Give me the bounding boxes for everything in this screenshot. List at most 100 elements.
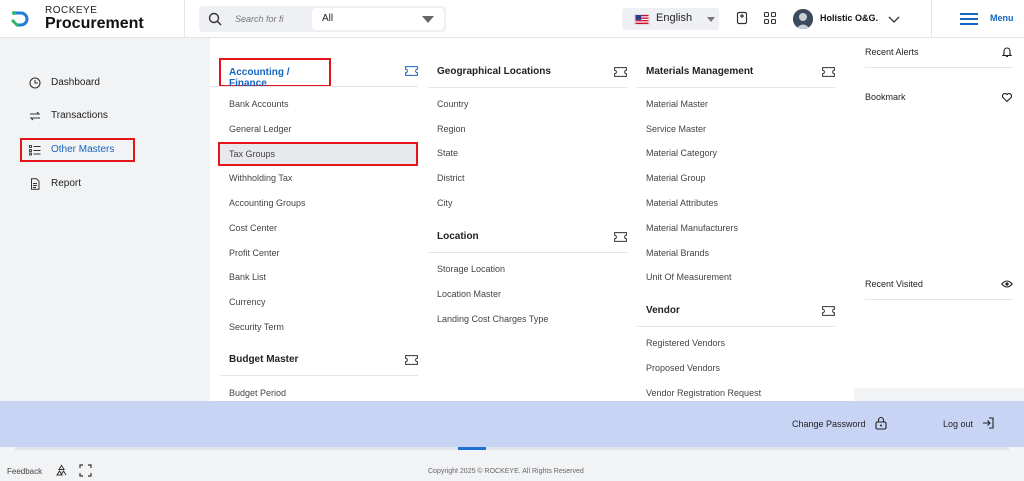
menu-item-material-master[interactable]: Material Master	[627, 93, 835, 115]
menu-item-label: District	[437, 173, 465, 183]
menu-item-label: Profit Center	[229, 248, 280, 258]
menu-item-label: Bank Accounts	[229, 99, 289, 109]
chevron-down-icon	[707, 17, 715, 22]
menu-item-material-group[interactable]: Material Group	[627, 167, 835, 189]
menu-button[interactable]: Menu	[958, 11, 1018, 27]
recent-alerts-label: Recent Alerts	[865, 47, 919, 57]
section-header-accounting[interactable]: Accounting / Finance	[219, 58, 331, 89]
sidebar-item-label: Other Masters	[51, 144, 115, 155]
section-title: Vendor	[646, 305, 680, 316]
menu-item-region[interactable]: Region	[418, 118, 626, 140]
menu-item-general-ledger[interactable]: General Ledger	[210, 118, 418, 140]
search-input[interactable]	[235, 10, 307, 28]
logout-icon	[983, 417, 994, 429]
menu-item-label: Material Manufacturers	[646, 223, 739, 233]
log-out-button[interactable]: Log out	[943, 416, 1003, 432]
section-header-budget[interactable]: Budget Master	[220, 349, 418, 376]
feedback-link[interactable]: Feedback	[7, 467, 42, 476]
fullscreen-icon[interactable]	[79, 464, 92, 477]
change-password-button[interactable]: Change Password	[792, 416, 892, 432]
menu-item-accounting-groups[interactable]: Accounting Groups	[210, 192, 418, 214]
menu-item-landing-cost-charges-type[interactable]: Landing Cost Charges Type	[418, 308, 626, 330]
menu-item-security-term[interactable]: Security Term	[210, 316, 418, 338]
recycle-icon[interactable]	[55, 464, 68, 477]
ticket-icon[interactable]	[614, 67, 627, 77]
language-select[interactable]: English	[622, 8, 719, 30]
menu-item-registered-vendors[interactable]: Registered Vendors	[627, 332, 835, 354]
menu-item-label: Material Group	[646, 173, 706, 183]
chevron-down-icon[interactable]	[887, 13, 901, 25]
menu-item-storage-location[interactable]: Storage Location	[418, 258, 626, 280]
bookmark-icon[interactable]	[735, 11, 749, 25]
section-header-vendor[interactable]: Vendor	[637, 300, 835, 327]
section-header-location[interactable]: Location	[428, 226, 627, 253]
menu-item-label: Security Term	[229, 322, 284, 332]
menu-item-currency[interactable]: Currency	[210, 291, 418, 313]
menu-item-unit-of-measurement[interactable]: Unit Of Measurement	[627, 266, 835, 288]
menu-item-label: Location Master	[437, 289, 502, 299]
search-scope-select[interactable]: All	[312, 8, 444, 30]
menu-item-cost-center[interactable]: Cost Center	[210, 217, 418, 239]
menu-item-label: City	[437, 198, 453, 208]
sidebar-item-transactions[interactable]: Transactions	[20, 104, 135, 128]
menu-item-bank-accounts[interactable]: Bank Accounts	[210, 93, 418, 115]
search-scope-value: All	[322, 13, 334, 24]
document-icon	[31, 178, 40, 190]
ticket-icon[interactable]	[822, 67, 835, 77]
menu-item-withholding-tax[interactable]: Withholding Tax	[210, 167, 418, 189]
hamburger-icon	[960, 13, 978, 25]
menu-item-district[interactable]: District	[418, 167, 626, 189]
menu-item-material-manufacturers[interactable]: Material Manufacturers	[627, 217, 835, 239]
menu-item-label: Tax Groups	[229, 149, 276, 159]
menu-item-profit-center[interactable]: Profit Center	[210, 242, 418, 264]
sidebar-item-dashboard[interactable]: Dashboard	[20, 71, 135, 95]
menu-item-material-category[interactable]: Material Category	[627, 142, 835, 164]
ticket-icon[interactable]	[405, 66, 418, 76]
eye-icon	[1001, 280, 1013, 288]
menu-item-budget-period[interactable]: Budget Period	[210, 382, 418, 401]
menu-item-country[interactable]: Country	[418, 93, 626, 115]
header-divider	[184, 0, 185, 38]
menu-item-location-master[interactable]: Location Master	[418, 283, 626, 305]
ticket-icon[interactable]	[405, 355, 418, 365]
quick-access-panel: Recent Alerts Bookmark Recent Visited	[854, 38, 1024, 388]
sidebar-item-report[interactable]: Report	[20, 172, 135, 196]
sidebar-item-other-masters[interactable]: Other Masters	[20, 138, 135, 162]
apps-grid-icon[interactable]	[763, 11, 777, 25]
menu-item-tax-groups[interactable]: Tax Groups	[218, 142, 418, 166]
menu-item-label: Unit Of Measurement	[646, 272, 732, 282]
brand-main-label: Procurement	[45, 15, 144, 32]
section-divider	[637, 87, 835, 88]
ticket-icon[interactable]	[614, 232, 627, 242]
section-header-materials[interactable]: Materials Management	[637, 61, 835, 88]
menu-item-bank-list[interactable]: Bank List	[210, 266, 418, 288]
chevron-down-icon	[422, 16, 434, 23]
recent-visited-row[interactable]: Recent Visited	[865, 270, 1013, 300]
menu-item-label: Proposed Vendors	[646, 363, 721, 373]
copyright-text: Copyright 2025 © ROCKEYE. All Rights Res…	[428, 468, 584, 475]
change-password-label: Change Password	[792, 419, 866, 429]
clock-pie-icon	[29, 77, 41, 89]
recent-alerts-row[interactable]: Recent Alerts	[865, 38, 1013, 68]
menu-item-city[interactable]: City	[418, 192, 626, 214]
menu-item-material-attributes[interactable]: Material Attributes	[627, 192, 835, 214]
menu-item-vendor-registration-request[interactable]: Vendor Registration Request	[627, 382, 835, 401]
user-name[interactable]: Holistic O&G.	[820, 13, 878, 23]
rockeye-logo[interactable]	[10, 9, 32, 29]
search-icon[interactable]	[208, 12, 222, 26]
avatar[interactable]	[793, 9, 813, 29]
menu-item-proposed-vendors[interactable]: Proposed Vendors	[627, 357, 835, 379]
section-header-geographical[interactable]: Geographical Locations	[428, 61, 627, 88]
lock-icon	[875, 416, 887, 430]
scroll-indicator	[458, 447, 486, 450]
ticket-icon[interactable]	[822, 306, 835, 316]
menu-item-material-brands[interactable]: Material Brands	[627, 242, 835, 264]
bookmark-label: Bookmark	[865, 92, 906, 102]
bookmark-row[interactable]: Bookmark	[865, 83, 1013, 113]
menu-item-state[interactable]: State	[418, 142, 626, 164]
menu-item-label: Region	[437, 124, 466, 134]
header-divider	[931, 0, 932, 38]
sidebar-item-label: Dashboard	[51, 77, 100, 88]
section-divider	[220, 375, 418, 376]
menu-item-service-master[interactable]: Service Master	[627, 118, 835, 140]
